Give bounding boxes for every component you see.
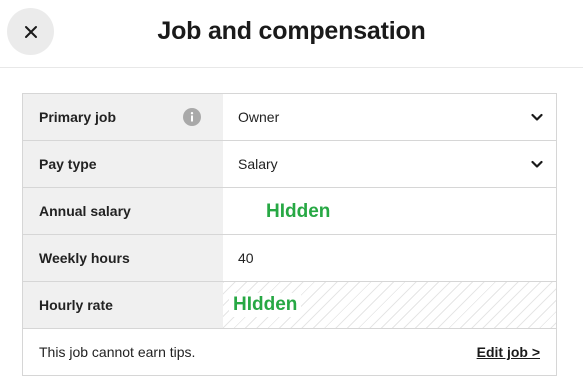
annual-salary-redacted-value: HIdden xyxy=(266,201,331,222)
weekly-hours-value: 40 xyxy=(238,250,254,266)
primary-job-value: Owner xyxy=(238,109,280,125)
job-compensation-card: Primary job Owner Pay type Salary Annual… xyxy=(22,93,557,376)
hourly-rate-label-cell: Hourly rate xyxy=(23,282,223,328)
primary-job-row: Primary job Owner xyxy=(23,94,556,141)
page-title: Job and compensation xyxy=(157,17,426,45)
annual-salary-input[interactable]: HIdden xyxy=(223,188,556,234)
weekly-hours-input[interactable]: 40 xyxy=(223,235,556,281)
weekly-hours-label-cell: Weekly hours xyxy=(23,235,223,281)
pay-type-label-cell: Pay type xyxy=(23,141,223,187)
primary-job-label-cell: Primary job xyxy=(23,94,223,140)
hourly-rate-redacted-value: HIdden xyxy=(229,293,302,317)
hourly-rate-label: Hourly rate xyxy=(39,297,113,313)
annual-salary-row: Annual salary HIdden xyxy=(23,188,556,235)
hourly-rate-row: Hourly rate HIdden xyxy=(23,282,556,329)
weekly-hours-row: Weekly hours 40 xyxy=(23,235,556,282)
modal-header: Job and compensation xyxy=(0,0,583,68)
weekly-hours-label: Weekly hours xyxy=(39,250,130,266)
tips-note: This job cannot earn tips. xyxy=(39,344,196,360)
edit-job-link[interactable]: Edit job > xyxy=(477,329,540,375)
annual-salary-label-cell: Annual salary xyxy=(23,188,223,234)
pay-type-row: Pay type Salary xyxy=(23,141,556,188)
pay-type-label: Pay type xyxy=(39,156,97,172)
pay-type-value: Salary xyxy=(238,156,278,172)
annual-salary-label: Annual salary xyxy=(39,203,131,219)
primary-job-label: Primary job xyxy=(39,109,117,125)
info-icon[interactable] xyxy=(183,108,201,126)
pay-type-select[interactable]: Salary xyxy=(223,141,556,187)
chevron-down-icon xyxy=(531,112,543,122)
primary-job-select[interactable]: Owner xyxy=(223,94,556,140)
hourly-rate-readonly-field: HIdden xyxy=(223,282,556,328)
card-footer: This job cannot earn tips. Edit job > xyxy=(23,329,556,375)
chevron-down-icon xyxy=(531,159,543,169)
